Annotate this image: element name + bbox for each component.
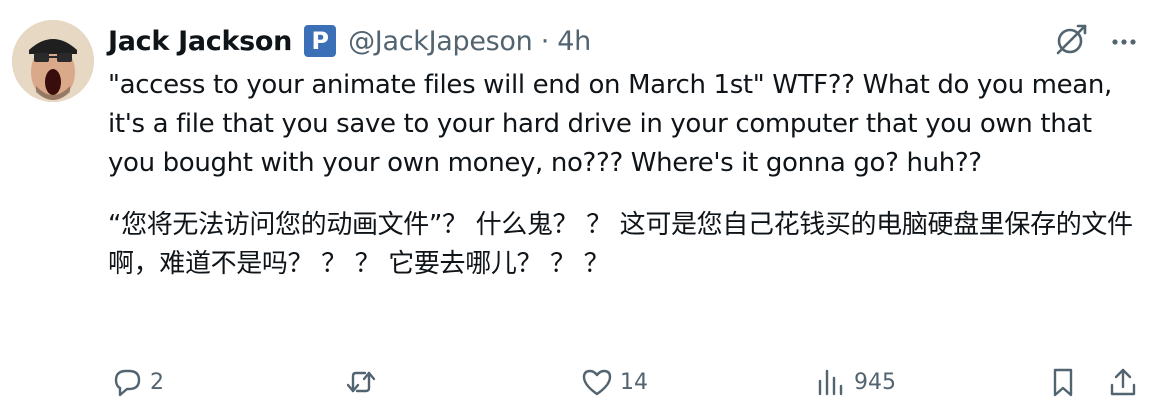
share-icon: [1110, 368, 1136, 396]
like-count: 14: [620, 369, 648, 395]
reply-button[interactable]: 2: [110, 360, 164, 404]
retweet-icon: [346, 371, 376, 393]
like-button[interactable]: 14: [580, 360, 648, 404]
reply-icon: [114, 369, 141, 397]
share-button[interactable]: [1106, 360, 1140, 404]
tweet-header: Jack Jackson P @JackJapeson · 4h: [108, 22, 591, 60]
bookmark-icon: [1053, 368, 1073, 397]
like-icon: [582, 369, 612, 396]
tweet-body: "access to your animate files will end o…: [108, 66, 1138, 284]
more-icon[interactable]: [1106, 24, 1142, 60]
author-name[interactable]: Jack Jackson: [108, 26, 292, 57]
retweet-button[interactable]: [344, 360, 384, 404]
action-bar: 2 14 945: [0, 360, 1164, 404]
author-handle-time[interactable]: @JackJapeson · 4h: [348, 26, 591, 57]
bookmark-button[interactable]: [1046, 360, 1080, 404]
badge-icon: P: [304, 25, 337, 57]
views-icon: [818, 369, 843, 396]
tweet-text-english: "access to your animate files will end o…: [108, 70, 1120, 178]
avatar[interactable]: [12, 20, 94, 102]
views-count: 945: [854, 369, 896, 395]
views-button[interactable]: 945: [814, 360, 896, 404]
tweet-text-chinese: “您将无法访问您的动画文件”？ 什么鬼？ ？ 这可是您自己花钱买的电脑硬盘里保存…: [108, 210, 1133, 279]
grok-icon[interactable]: [1052, 22, 1088, 58]
reply-count: 2: [150, 369, 164, 395]
